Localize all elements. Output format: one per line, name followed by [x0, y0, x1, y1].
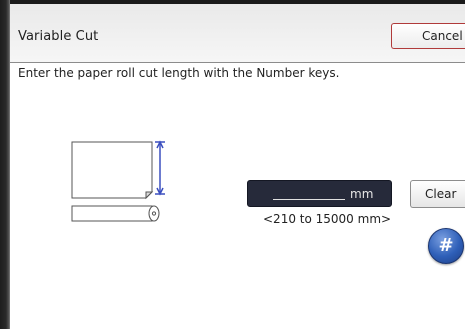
- length-input-display[interactable]: mm: [247, 180, 392, 207]
- hash-label: #: [438, 235, 454, 256]
- range-hint: <210 to 15000 mm>: [263, 212, 392, 226]
- paper-roll-cut-icon: [71, 140, 165, 222]
- paper-roll-shape: [71, 205, 153, 222]
- input-underline: [273, 199, 345, 200]
- variable-cut-screen: Variable Cut Cancel Enter the paper roll…: [0, 0, 465, 329]
- left-border: [0, 0, 10, 329]
- paper-roll-end: [148, 205, 160, 222]
- clear-button[interactable]: Clear: [410, 180, 465, 208]
- hash-icon[interactable]: #: [428, 228, 464, 264]
- cancel-button[interactable]: Cancel: [391, 23, 465, 49]
- paper-corner-fold: [145, 191, 154, 200]
- unit-label: mm: [350, 187, 374, 201]
- page-title: Variable Cut: [18, 29, 99, 44]
- paper-sheet-shape: [71, 141, 153, 199]
- instruction-text: Enter the paper roll cut length with the…: [18, 66, 340, 80]
